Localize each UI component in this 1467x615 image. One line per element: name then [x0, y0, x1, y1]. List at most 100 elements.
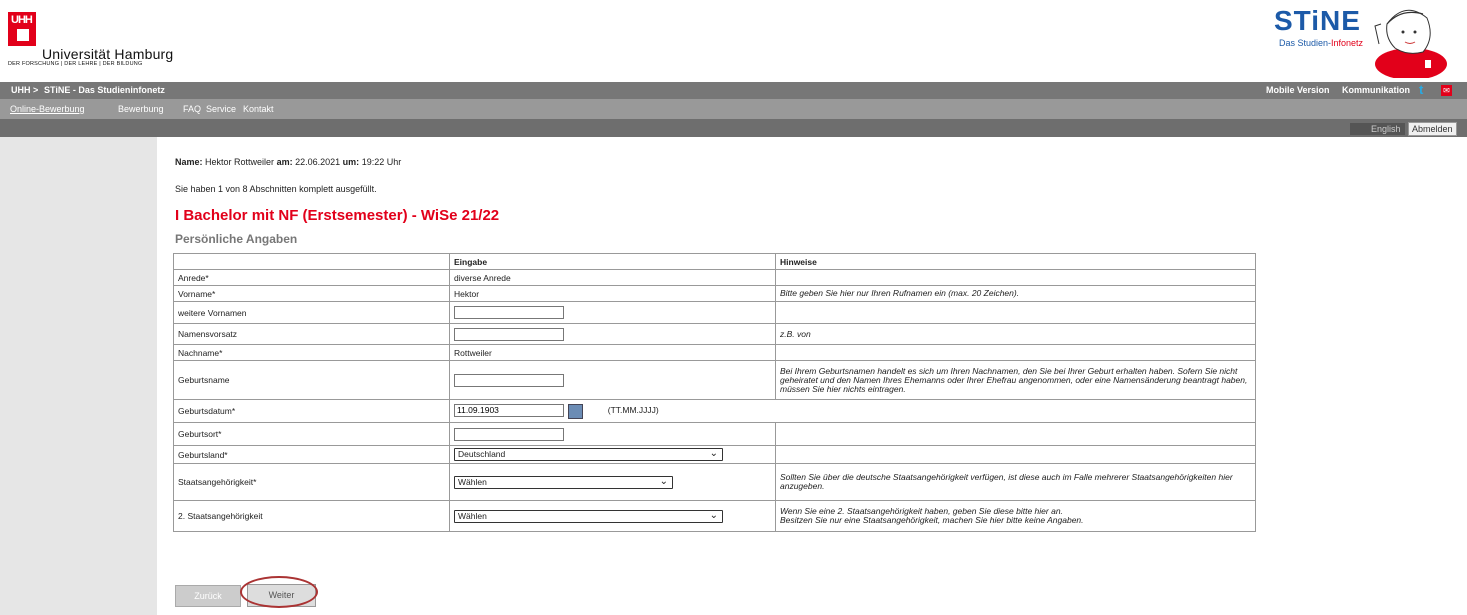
row-hint: Wenn Sie eine 2. Staatsangehörigkeit hab… — [775, 500, 1256, 532]
next-button-highlight — [240, 576, 318, 608]
progress-text: Sie haben 1 von 8 Abschnitten komplett a… — [175, 184, 377, 194]
name-label: Name: — [175, 157, 203, 167]
top-bar: UHH > STiNE - Das Studieninfonetz Mobile… — [0, 82, 1467, 99]
staatsangehoerigkeit-selected: Wählen — [458, 476, 487, 487]
row-hint — [775, 422, 1256, 446]
table-row: Anrede* diverse Anrede — [173, 269, 1256, 286]
table-row: Geburtsdatum* (TT.MM.JJJJ) — [173, 399, 1256, 423]
row-label: Geburtsname — [173, 360, 450, 400]
user-name: Hektor Rottweiler — [205, 157, 275, 167]
uhh-logo[interactable]: UHH — [8, 12, 36, 46]
stine-logo[interactable]: STiNE — [1274, 5, 1361, 37]
row-label: Geburtsland* — [173, 445, 450, 464]
input-cell — [449, 422, 776, 446]
chevron-down-icon: ⌄ — [659, 475, 668, 487]
geburtsdatum-input[interactable] — [454, 403, 564, 417]
page-header: UHH Universität Hamburg DER FORSCHUNG | … — [0, 0, 1467, 78]
input-cell: Deutschland ⌄ — [449, 445, 776, 464]
uhh-logo-mark: UHH — [11, 14, 33, 26]
namensvorsatz-input[interactable] — [454, 327, 564, 341]
second-staatsangehoerigkeit-select[interactable]: Wählen ⌄ — [454, 509, 723, 523]
row-hint: z.B. von — [775, 323, 1256, 345]
input-cell — [449, 323, 776, 345]
logout-button[interactable]: Abmelden — [1408, 122, 1457, 136]
personal-data-form: Eingabe Hinweise Anrede* diverse Anrede … — [173, 253, 1256, 532]
geburtsort-input[interactable] — [454, 427, 564, 441]
row-hint: Bei Ihrem Geburtsnamen handelt es sich u… — [775, 360, 1256, 400]
twitter-icon[interactable]: t — [1419, 83, 1431, 96]
breadcrumb-stine[interactable]: STiNE - Das Studieninfonetz — [44, 85, 165, 95]
row-label: Geburtsdatum* — [173, 399, 450, 423]
mail-icon[interactable]: ✉ — [1441, 85, 1452, 96]
row-label: Vorname* — [173, 285, 450, 302]
row-hint — [775, 301, 1256, 324]
tab-online-bewerbung[interactable]: Online-Bewerbung — [10, 104, 85, 114]
row-hint — [775, 445, 1256, 464]
session-date: 22.06.2021 — [295, 157, 341, 167]
row-label: Namensvorsatz — [173, 323, 450, 345]
column-header-hinweise: Hinweise — [775, 253, 1256, 270]
date-format-hint: (TT.MM.JJJJ) — [607, 405, 659, 416]
input-cell: Wählen ⌄ — [449, 500, 776, 532]
stine-mascot-illustration — [1374, 9, 1447, 78]
back-button[interactable]: Zurück — [175, 585, 241, 607]
date-label: am: — [276, 157, 293, 167]
table-header-row: Eingabe Hinweise — [173, 253, 1256, 270]
session-time: 19:22 Uhr — [361, 157, 402, 167]
table-row: 2. Staatsangehörigkeit Wählen ⌄ Wenn Sie … — [173, 500, 1256, 532]
chevron-down-icon: ⌄ — [709, 448, 718, 459]
mobile-version-link[interactable]: Mobile Version — [1266, 85, 1330, 95]
left-sidebar — [0, 137, 157, 615]
geburtsland-selected: Deutschland — [458, 449, 506, 459]
university-name: Universität Hamburg — [42, 46, 174, 62]
row-label: weitere Vornamen — [173, 301, 450, 324]
table-row: Namensvorsatz z.B. von — [173, 323, 1256, 345]
staatsangehoerigkeit-select[interactable]: Wählen ⌄ — [454, 475, 673, 489]
section-title: Persönliche Angaben — [175, 232, 298, 246]
table-row: Nachname* Rottweiler — [173, 344, 1256, 361]
table-row: Geburtsname Bei Ihrem Geburtsnamen hande… — [173, 360, 1256, 400]
vorname-value: Hektor — [449, 285, 776, 302]
input-cell: (TT.MM.JJJJ) — [449, 399, 1256, 423]
university-tagline: DER FORSCHUNG | DER LEHRE | DER BILDUNG — [8, 61, 143, 67]
second-staatsangehoerigkeit-selected: Wählen — [458, 510, 487, 521]
weitere-vornamen-input[interactable] — [454, 306, 564, 319]
row-label: Nachname* — [173, 344, 450, 361]
row-label: Geburtsort* — [173, 422, 450, 446]
table-row: Geburtsort* — [173, 422, 1256, 446]
table-row: Vorname* Hektor Bitte geben Sie hier nur… — [173, 285, 1256, 302]
english-language-link[interactable]: English — [1350, 123, 1405, 135]
input-cell: Wählen ⌄ — [449, 463, 776, 501]
tab-service[interactable]: Service — [206, 104, 236, 114]
tab-kontakt[interactable]: Kontakt — [243, 104, 274, 114]
stine-logo-text: STiNE — [1274, 5, 1361, 36]
row-label: Staatsangehörigkeit* — [173, 463, 450, 501]
row-label: Anrede* — [173, 269, 450, 286]
user-session-info: Name: Hektor Rottweiler am: 22.06.2021 u… — [175, 157, 401, 167]
row-hint-line2: Besitzen Sie nur eine Staatsangehörigkei… — [780, 515, 1084, 525]
row-hint — [775, 269, 1256, 286]
stine-subtitle-right: Infonetz — [1331, 38, 1364, 48]
row-hint: Sollten Sie über die deutsche Staatsange… — [775, 463, 1256, 501]
table-row: Staatsangehörigkeit* Wählen ⌄ Sollten Sie… — [173, 463, 1256, 501]
geburtsland-select[interactable]: Deutschland ⌄ — [454, 448, 723, 461]
input-cell — [449, 301, 776, 324]
nachname-value: Rottweiler — [449, 344, 776, 361]
column-header-eingabe: Eingabe — [449, 253, 776, 270]
tab-faq[interactable]: FAQ — [183, 104, 201, 114]
page-title: I Bachelor mit NF (Erstsemester) - WiSe … — [175, 207, 500, 224]
kommunikation-link[interactable]: Kommunikation — [1342, 85, 1410, 95]
input-cell — [449, 360, 776, 400]
calendar-icon[interactable] — [568, 403, 584, 419]
geburtsname-input[interactable] — [454, 373, 564, 387]
main-nav: Online-Bewerbung Bewerbung FAQ Service K… — [0, 99, 1467, 119]
table-row: Geburtsland* Deutschland ⌄ — [173, 445, 1256, 464]
column-header-label — [173, 253, 450, 270]
row-hint — [775, 344, 1256, 361]
anrede-value: diverse Anrede — [449, 269, 776, 286]
table-row: weitere Vornamen — [173, 301, 1256, 324]
time-label: um: — [342, 157, 360, 167]
tab-bewerbung[interactable]: Bewerbung — [118, 104, 164, 114]
breadcrumb-uhh[interactable]: UHH > — [11, 85, 38, 95]
stine-subtitle-left: Das Studien- — [1279, 38, 1332, 48]
